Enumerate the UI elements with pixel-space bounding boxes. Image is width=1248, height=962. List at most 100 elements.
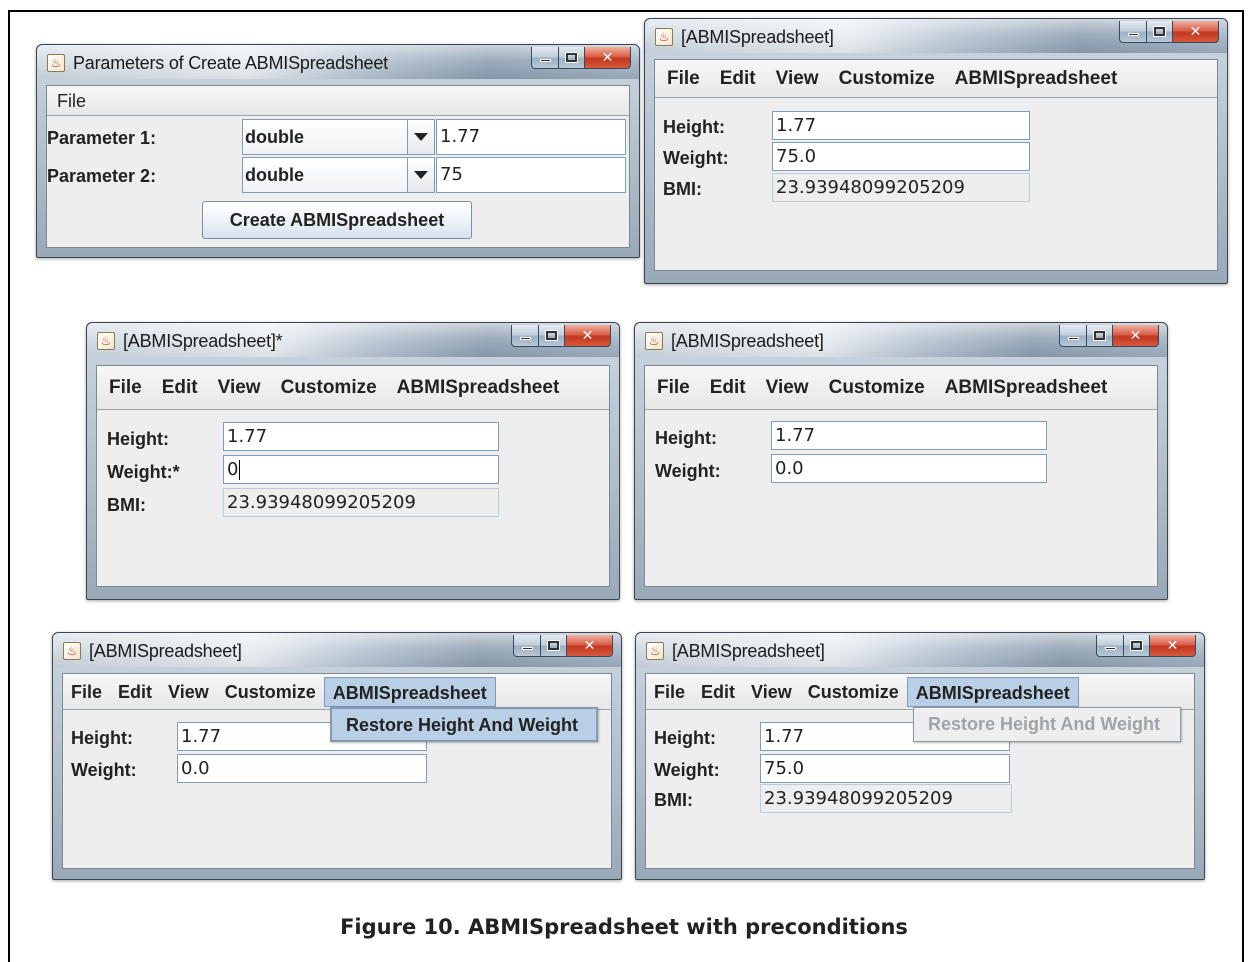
minimize-icon	[539, 59, 551, 62]
close-button[interactable]: ✕	[567, 635, 613, 657]
title-bar[interactable]: ♨ [ABMISpreadsheet]* ✕	[87, 323, 619, 357]
title-bar[interactable]: ♨ Parameters of Create ABMISpreadsheet ✕	[37, 45, 639, 79]
maximize-icon	[1153, 26, 1166, 37]
menu-view[interactable]: View	[208, 373, 271, 403]
menu-abmispreadsheet[interactable]: ABMISpreadsheet	[323, 676, 496, 707]
close-button[interactable]: ✕	[1113, 325, 1159, 347]
title-bar[interactable]: ♨ [ABMISpreadsheet] ✕	[645, 19, 1227, 53]
menu-edit[interactable]: Edit	[152, 373, 208, 403]
minimize-button[interactable]	[531, 47, 559, 69]
minimize-button[interactable]	[1059, 325, 1087, 347]
client-area: File Edit View Customize ABMISpreadsheet…	[654, 59, 1218, 271]
weight-field[interactable]: 75.0	[760, 754, 1010, 783]
param2-type-select[interactable]: double	[242, 157, 408, 193]
maximize-icon	[547, 640, 560, 651]
minimize-icon	[1127, 33, 1139, 36]
close-icon: ✕	[1166, 637, 1179, 654]
weight-label: Weight:	[655, 461, 721, 481]
client-area: File Edit View Customize ABMISpreadsheet…	[644, 365, 1158, 587]
bmi-window-initial: ♨ [ABMISpreadsheet] ✕ File Edit View Cus…	[644, 18, 1228, 284]
height-label: Height:	[654, 728, 716, 748]
maximize-icon	[545, 330, 558, 341]
maximize-button[interactable]	[559, 47, 585, 69]
bmi-window-restore-enabled: ♨ [ABMISpreadsheet] ✕ File Edit View Cus…	[52, 632, 622, 880]
height-label: Height:	[655, 428, 717, 448]
abmispreadsheet-menu-dropdown: Restore Height And Weight	[913, 707, 1181, 742]
menu-customize[interactable]: Customize	[271, 373, 387, 403]
height-field[interactable]: 1.77	[772, 111, 1030, 140]
menu-file[interactable]: File	[63, 677, 110, 707]
bmi-field: 23.93948099205209	[223, 488, 499, 517]
param2-label: Parameter 2:	[47, 166, 157, 186]
close-icon: ✕	[601, 49, 614, 66]
client-area: File Edit View Customize ABMISpreadsheet…	[96, 365, 610, 587]
maximize-button[interactable]	[541, 635, 567, 657]
title-bar[interactable]: ♨ [ABMISpreadsheet] ✕	[53, 633, 621, 667]
menu-customize[interactable]: Customize	[829, 64, 945, 94]
java-cup-icon: ♨	[47, 54, 65, 72]
menu-edit[interactable]: Edit	[693, 677, 743, 707]
maximize-icon	[565, 52, 578, 63]
weight-field[interactable]: 0.0	[771, 454, 1047, 483]
param1-value-field[interactable]: 1.77	[436, 119, 626, 155]
menu-edit[interactable]: Edit	[700, 373, 756, 403]
param1-type-dropdown-button[interactable]	[407, 119, 435, 155]
menu-view[interactable]: View	[160, 677, 217, 707]
menu-file[interactable]: File	[47, 86, 96, 116]
param1-type-select[interactable]: double	[242, 119, 408, 155]
bmi-window-editing: ♨ [ABMISpreadsheet]* ✕ File Edit View Cu…	[86, 322, 620, 600]
restore-height-and-weight-item[interactable]: Restore Height And Weight	[331, 708, 597, 741]
menu-file[interactable]: File	[99, 373, 152, 403]
menu-edit[interactable]: Edit	[110, 677, 160, 707]
menu-view[interactable]: View	[756, 373, 819, 403]
height-label: Height:	[107, 429, 169, 449]
param1-label: Parameter 1:	[47, 128, 157, 148]
menu-abmispreadsheet[interactable]: ABMISpreadsheet	[906, 676, 1079, 707]
menu-customize[interactable]: Customize	[800, 677, 907, 707]
weight-field[interactable]: 0.0	[177, 754, 427, 783]
menu-abmispreadsheet[interactable]: ABMISpreadsheet	[387, 373, 570, 403]
client-area: File Edit View Customize ABMISpreadsheet…	[62, 673, 612, 869]
maximize-button[interactable]	[1124, 635, 1150, 657]
close-icon: ✕	[583, 637, 596, 654]
window-title: [ABMISpreadsheet]	[89, 641, 242, 661]
height-field[interactable]: 1.77	[223, 422, 499, 451]
weight-field[interactable]: 75.0	[772, 142, 1030, 171]
param2-type-dropdown-button[interactable]	[407, 157, 435, 193]
window-title: [ABMISpreadsheet]	[671, 331, 824, 351]
menu-edit[interactable]: Edit	[710, 64, 766, 94]
minimize-button[interactable]	[513, 635, 541, 657]
close-icon: ✕	[1129, 327, 1142, 344]
menu-abmispreadsheet[interactable]: ABMISpreadsheet	[935, 373, 1118, 403]
title-bar[interactable]: ♨ [ABMISpreadsheet] ✕	[636, 633, 1204, 667]
maximize-button[interactable]	[539, 325, 565, 347]
close-button[interactable]: ✕	[1173, 21, 1219, 43]
menu-customize[interactable]: Customize	[819, 373, 935, 403]
maximize-icon	[1130, 640, 1143, 651]
restore-height-and-weight-item: Restore Height And Weight	[928, 714, 1161, 734]
height-field[interactable]: 1.77	[771, 421, 1047, 450]
menu-view[interactable]: View	[743, 677, 800, 707]
minimize-button[interactable]	[1096, 635, 1124, 657]
maximize-button[interactable]	[1147, 21, 1173, 43]
menu-file[interactable]: File	[646, 677, 693, 707]
close-button[interactable]: ✕	[1150, 635, 1196, 657]
title-bar[interactable]: ♨ [ABMISpreadsheet] ✕	[635, 323, 1167, 357]
minimize-button[interactable]	[1119, 21, 1147, 43]
menu-view[interactable]: View	[766, 64, 829, 94]
minimize-button[interactable]	[511, 325, 539, 347]
weight-value: 0	[227, 459, 239, 480]
chevron-down-icon	[414, 171, 428, 179]
menu-abmispreadsheet[interactable]: ABMISpreadsheet	[945, 64, 1128, 94]
bmi-label: BMI:	[654, 790, 693, 810]
menu-file[interactable]: File	[657, 64, 710, 94]
close-button[interactable]: ✕	[565, 325, 611, 347]
create-abmispreadsheet-button[interactable]: Create ABMISpreadsheet	[202, 201, 472, 239]
param2-value-field[interactable]: 75	[436, 157, 626, 193]
close-button[interactable]: ✕	[585, 47, 631, 69]
weight-field[interactable]: 0	[223, 455, 499, 484]
minimize-icon	[519, 337, 531, 340]
menu-customize[interactable]: Customize	[217, 677, 324, 707]
maximize-button[interactable]	[1087, 325, 1113, 347]
menu-file[interactable]: File	[647, 373, 700, 403]
